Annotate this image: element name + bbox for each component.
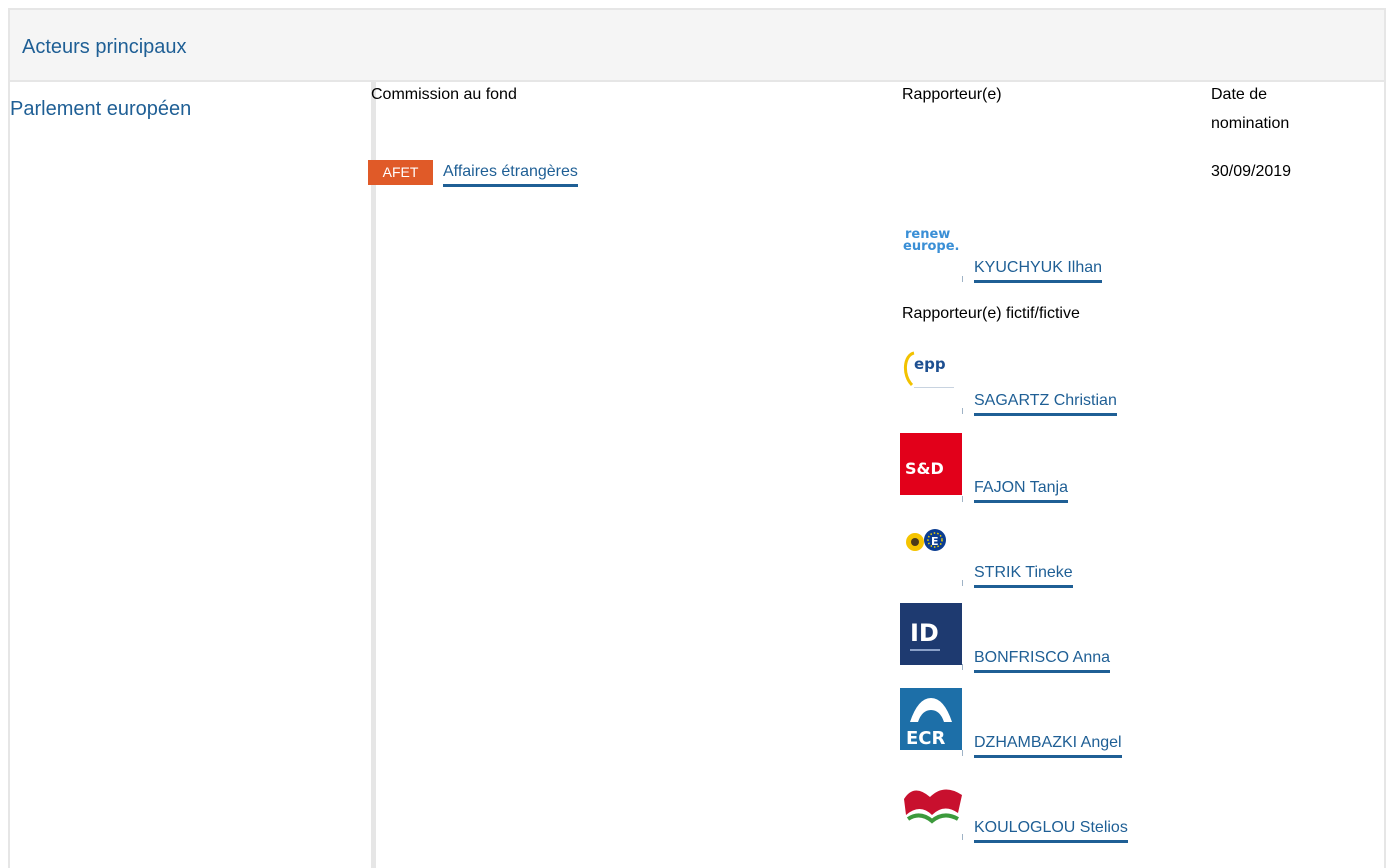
epp-logo-text: epp <box>914 355 946 373</box>
ecr-logo-text: ECR <box>906 728 946 749</box>
committee-code-badge: AFET <box>368 160 433 185</box>
panel-header: Acteurs principaux <box>10 10 1384 82</box>
id-logo-text: ID <box>910 619 939 647</box>
institution-label: Parlement européen <box>10 98 192 120</box>
column-header-date-line1: Date de <box>1211 86 1268 103</box>
epp-logo-icon: epp <box>900 345 964 405</box>
committee-appointment-date: 30/09/2019 <box>1211 163 1292 180</box>
shadow-rapporteur-link[interactable]: KOULOGLOU Stelios <box>974 818 1128 843</box>
svg-text:E: E <box>931 535 939 548</box>
column-header-committee: Commission au fond <box>371 86 517 103</box>
shadow-rapporteur-link[interactable]: STRIK Tineke <box>974 563 1073 588</box>
shadow-rapporteur-link[interactable]: SAGARTZ Christian <box>974 391 1117 416</box>
logo-tick <box>962 750 963 756</box>
logo-tick <box>962 834 963 840</box>
logo-tick <box>962 408 963 414</box>
column-header-date: Date de nomination <box>1211 83 1289 136</box>
s-and-d-logo-icon: S&D <box>900 433 962 495</box>
logo-tick <box>962 580 963 586</box>
logo-tick <box>962 496 963 502</box>
ecr-logo-icon: ECR <box>900 688 962 750</box>
rapporteur-link[interactable]: KYUCHYUK Ilhan <box>974 258 1103 283</box>
shadow-rapporteurs-label: Rapporteur(e) fictif/fictive <box>902 305 1080 322</box>
logo-tick <box>962 276 963 282</box>
shadow-rapporteur-link[interactable]: DZHAMBAZKI Angel <box>974 733 1122 758</box>
renew-logo-text-2: europe. <box>903 239 959 254</box>
greens-efa-logo-icon: E <box>900 518 964 578</box>
gue-ngl-logo-icon <box>900 775 964 835</box>
renew-europe-logo-icon: renew europe. <box>900 214 964 274</box>
key-players-panel: Acteurs principaux Parlement européen <box>8 8 1386 868</box>
shadow-rapporteur-link[interactable]: BONFRISCO Anna <box>974 648 1111 673</box>
shadow-rapporteur-link[interactable]: FAJON Tanja <box>974 478 1068 503</box>
s-and-d-logo-text: S&D <box>905 459 944 478</box>
panel-title: Acteurs principaux <box>22 36 187 58</box>
column-divider <box>371 82 376 868</box>
identity-democracy-logo-icon: ID <box>900 603 962 665</box>
column-header-date-line2: nomination <box>1211 115 1290 132</box>
logo-tick <box>962 664 963 670</box>
committee-link[interactable]: Affaires étrangères <box>443 162 578 187</box>
column-header-rapporteur: Rapporteur(e) <box>902 86 1002 103</box>
